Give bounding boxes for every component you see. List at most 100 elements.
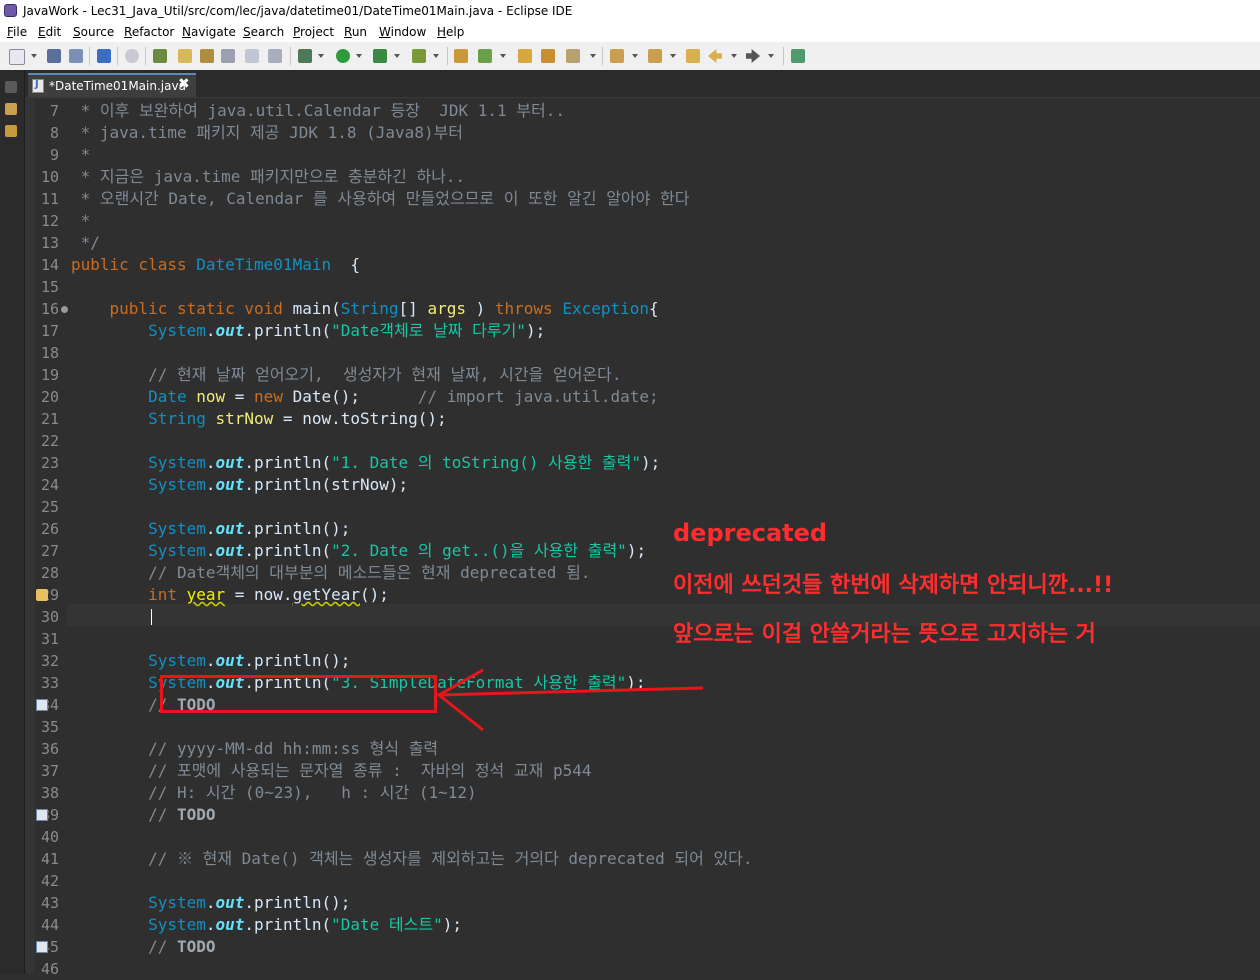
menu-window[interactable]: Window <box>379 25 426 39</box>
terminal-icon[interactable] <box>97 49 111 63</box>
toggle-highlight-icon[interactable] <box>178 49 192 63</box>
code-line[interactable]: System.out.println(); <box>71 518 350 540</box>
external-tools-icon[interactable] <box>412 49 426 63</box>
menu-edit[interactable]: Edit <box>38 25 61 39</box>
code-line[interactable]: System.out.println(); <box>71 650 350 672</box>
code-line[interactable]: // ※ 현재 Date() 객체는 생성자를 제외하고는 거의다 deprec… <box>71 848 752 870</box>
code-token: { <box>649 299 659 318</box>
back-dropdown-icon[interactable] <box>731 54 737 58</box>
forward-icon[interactable] <box>746 49 760 63</box>
code-line[interactable]: // yyyy-MM-dd hh:mm:ss 형식 출력 <box>71 738 438 760</box>
line-number: 7 <box>49 102 59 120</box>
next-annotation-dropdown-icon[interactable] <box>632 54 638 58</box>
new-class-dropdown-icon[interactable] <box>500 54 506 58</box>
show-pilcrow-icon[interactable] <box>268 49 282 63</box>
code-line[interactable]: // TODO <box>71 804 215 826</box>
menu-run[interactable]: Run <box>344 25 367 39</box>
menu-search[interactable]: Search <box>243 25 284 39</box>
code-line[interactable]: System.out.println(); <box>71 892 350 914</box>
line-number: 19 <box>40 366 59 384</box>
next-annotation-icon[interactable] <box>610 49 624 63</box>
new-class-icon[interactable] <box>478 49 492 63</box>
code-line[interactable]: // 포맷에 사용되는 문자열 종류 : 자바의 정석 교재 p544 <box>71 760 591 782</box>
show-whitespace-icon[interactable] <box>245 49 259 63</box>
code-line[interactable]: int year = now.getYear(); <box>71 584 389 606</box>
save-all-icon[interactable] <box>69 49 83 63</box>
previous-annotation-icon[interactable] <box>648 49 662 63</box>
open-type-icon[interactable] <box>518 49 532 63</box>
search-icon[interactable] <box>566 49 580 63</box>
code-line[interactable]: // 현재 날짜 얻어오기, 생성자가 현재 날짜, 시간을 얻어온다. <box>71 364 621 386</box>
code-line[interactable]: * <box>71 144 91 166</box>
outline-icon[interactable] <box>5 125 17 137</box>
toggle-mark-occurrences-icon[interactable] <box>153 49 167 63</box>
code-line[interactable]: System.out.println("Date객체로 날짜 다루기"); <box>71 320 545 342</box>
line-number: 22 <box>40 432 59 450</box>
menu-navigate[interactable]: Navigate <box>182 25 236 39</box>
minimized-views-strip <box>0 70 25 974</box>
text-caret <box>151 609 152 625</box>
code-line[interactable]: * <box>71 210 91 232</box>
code-line[interactable]: Date now = new Date(); // import java.ut… <box>71 386 659 408</box>
new-icon[interactable] <box>9 49 25 65</box>
toggle-breadcrumb-icon[interactable] <box>221 49 235 63</box>
save-icon[interactable] <box>47 49 61 63</box>
code-editor[interactable]: 7 8 9 10 11 12 13 14 15 16 17 18 19 20 21 22 23 24 25 26 27 2… <box>25 98 1260 978</box>
code-line[interactable]: * 오랜시간 Date, Calendar 를 사용하여 만들었으므로 이 또한… <box>71 188 690 210</box>
run-icon[interactable] <box>336 49 350 63</box>
menu-project[interactable]: Project <box>293 25 334 39</box>
code-line[interactable]: System.out.println("1. Date 의 toString()… <box>71 452 660 474</box>
skip-breakpoints-icon[interactable] <box>125 49 139 63</box>
task-marker-icon[interactable] <box>36 699 48 711</box>
new-dropdown-icon[interactable] <box>31 54 37 58</box>
restore-icon[interactable] <box>5 81 17 93</box>
menu-refactor[interactable]: Refactor <box>124 25 174 39</box>
search-dropdown-icon[interactable] <box>590 54 596 58</box>
editor-tab-datetime01main[interactable]: *DateTime01Main.java ✖ <box>28 73 196 97</box>
code-token: . <box>205 651 216 670</box>
fold-toggle-icon[interactable] <box>61 306 68 313</box>
code-line[interactable]: * 지금은 java.time 패키지만으로 충분하긴 하나.. <box>71 166 466 188</box>
menu-source[interactable]: Source <box>73 25 114 39</box>
code-token: System <box>148 519 206 538</box>
task-marker-icon[interactable] <box>36 809 48 821</box>
code-line[interactable]: String strNow = now.toString(); <box>71 408 447 430</box>
new-java-project-icon[interactable] <box>454 49 468 63</box>
menu-help[interactable]: Help <box>437 25 464 39</box>
debug-dropdown-icon[interactable] <box>318 54 324 58</box>
code-line[interactable]: * java.time 패키지 제공 JDK 1.8 (Java8)부터 <box>71 122 463 144</box>
code-line[interactable]: // Date객체의 대부분의 메소드들은 현재 deprecated 됨. <box>71 562 590 584</box>
code-line[interactable]: // H: 시간 (0~23), h : 시간 (1~12) <box>71 782 477 804</box>
warning-marker-icon[interactable] <box>36 589 48 601</box>
coverage-dropdown-icon[interactable] <box>394 54 400 58</box>
coverage-icon[interactable] <box>373 49 387 63</box>
code-line[interactable]: // TODO <box>71 936 215 958</box>
forward-dropdown-icon[interactable] <box>768 54 774 58</box>
code-token: throws <box>494 299 563 318</box>
code-line[interactable]: public class DateTime01Main { <box>71 254 360 276</box>
toggle-block-selection-icon[interactable] <box>200 49 214 63</box>
debug-icon[interactable] <box>298 49 312 63</box>
run-dropdown-icon[interactable] <box>356 54 362 58</box>
code-line[interactable]: System.out.println("2. Date 의 get..()을 사… <box>71 540 646 562</box>
package-explorer-icon[interactable] <box>5 103 17 115</box>
code-token: DateTime01Main <box>196 255 332 274</box>
external-tools-dropdown-icon[interactable] <box>433 54 439 58</box>
code-token: System <box>148 541 206 560</box>
code-token: . <box>205 915 216 934</box>
menu-file[interactable]: File <box>7 25 27 39</box>
code-line[interactable]: * 이후 보완하여 java.util.Calendar 등장 JDK 1.1 … <box>71 100 565 122</box>
task-marker-icon[interactable] <box>36 941 48 953</box>
last-edit-location-icon[interactable] <box>686 49 700 63</box>
code-line[interactable]: System.out.println(strNow); <box>71 474 408 496</box>
back-icon[interactable] <box>708 49 722 63</box>
code-line[interactable]: public static void main(String[] args ) … <box>71 298 659 320</box>
pin-editor-icon[interactable] <box>791 49 805 63</box>
previous-annotation-dropdown-icon[interactable] <box>670 54 676 58</box>
code-line[interactable]: System.out.println("Date 테스트"); <box>71 914 462 936</box>
open-task-icon[interactable] <box>541 49 555 63</box>
code-line[interactable]: */ <box>71 232 100 254</box>
close-tab-icon[interactable]: ✖ <box>178 76 190 92</box>
